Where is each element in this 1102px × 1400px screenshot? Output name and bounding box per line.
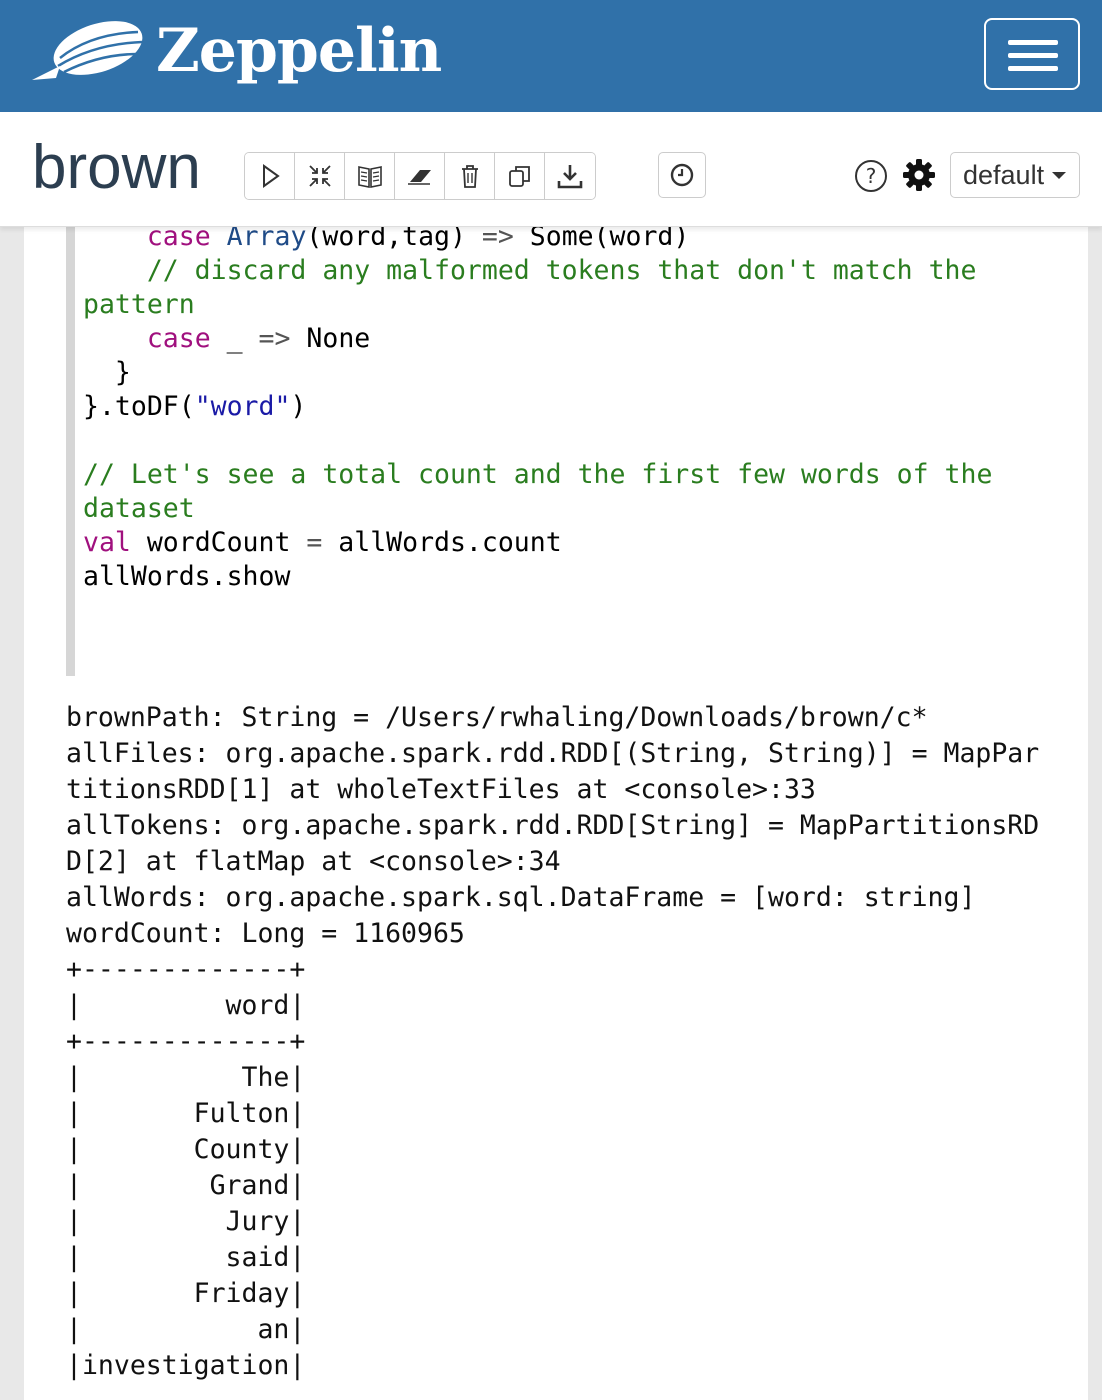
output-line: | Jury| bbox=[66, 1206, 306, 1237]
scheduler-button[interactable] bbox=[658, 152, 706, 198]
code-token: allWords.count bbox=[322, 527, 562, 558]
eraser-icon bbox=[407, 170, 431, 185]
output-line: +-------------+ bbox=[66, 954, 306, 985]
code-line: dataset bbox=[83, 492, 1083, 526]
clock-icon bbox=[670, 163, 694, 187]
code-token: allWords.show bbox=[83, 561, 291, 592]
interpreter-binding-dropdown[interactable]: default bbox=[950, 152, 1080, 198]
code-token: wordCount bbox=[130, 527, 307, 558]
output-line: |investigation| bbox=[66, 1350, 306, 1381]
output-line: allFiles: org.apache.spark.rdd.RDD[(Stri… bbox=[66, 738, 1040, 769]
code-token: pattern bbox=[83, 289, 195, 320]
clear-output-button[interactable] bbox=[395, 153, 445, 199]
code-line: // Let's see a total count and the first… bbox=[83, 458, 1083, 492]
code-token: }.toDF( bbox=[83, 391, 195, 422]
gear-icon[interactable] bbox=[902, 158, 936, 192]
navbar: Zeppelin bbox=[0, 0, 1102, 112]
svg-text:?: ? bbox=[866, 164, 877, 188]
code-token: case bbox=[146, 323, 211, 354]
caret-down-icon bbox=[1052, 171, 1067, 179]
code-editor[interactable]: // keep only the word and discard the ta… bbox=[83, 200, 1083, 594]
output-line: D[2] at flatMap at <console>:34 bbox=[66, 846, 561, 877]
menu-bar bbox=[1008, 40, 1058, 45]
code-token: _ bbox=[210, 323, 259, 354]
output-line: +-------------+ bbox=[66, 1026, 306, 1057]
code-token: dataset bbox=[83, 493, 195, 524]
code-line: } bbox=[83, 356, 1083, 390]
run-all-icon bbox=[262, 164, 280, 188]
output-line: allTokens: org.apache.spark.rdd.RDD[Stri… bbox=[66, 810, 1040, 841]
output-line: titionsRDD[1] at wholeTextFiles at <cons… bbox=[66, 774, 816, 805]
code-line: case _ => None bbox=[83, 322, 1083, 356]
hide-output-button[interactable] bbox=[345, 153, 395, 199]
zeppelin-logo-icon[interactable] bbox=[30, 14, 150, 86]
paragraph-output: brownPath: String = /Users/rwhaling/Down… bbox=[66, 700, 1076, 1384]
notebook-paragraph: // keep only the word and discard the ta… bbox=[24, 200, 1088, 1400]
menu-bar bbox=[1008, 66, 1058, 71]
hide-editor-button[interactable] bbox=[295, 153, 345, 199]
code-line: val wordCount = allWords.count bbox=[83, 526, 1083, 560]
output-line: | Fulton| bbox=[66, 1098, 306, 1129]
code-line: // discard any malformed tokens that don… bbox=[83, 254, 1083, 288]
code-line: }.toDF("word") bbox=[83, 390, 1083, 424]
code-token: None bbox=[290, 323, 371, 354]
output-line: | County| bbox=[66, 1134, 306, 1165]
clone-icon bbox=[508, 166, 530, 187]
code-token: "word" bbox=[194, 391, 291, 422]
notebook-toolbar bbox=[244, 152, 596, 200]
download-icon bbox=[557, 165, 583, 189]
code-token: ) bbox=[290, 391, 307, 422]
code-line: allWords.show bbox=[83, 560, 1083, 594]
output-line: | word| bbox=[66, 990, 306, 1021]
help-icon[interactable]: ? bbox=[853, 158, 889, 194]
output-line: brownPath: String = /Users/rwhaling/Down… bbox=[66, 702, 928, 733]
output-line: | The| bbox=[66, 1062, 306, 1093]
output-line: allWords: org.apache.spark.sql.DataFrame… bbox=[66, 882, 976, 913]
clone-notebook-button[interactable] bbox=[495, 153, 545, 199]
hide-editor-icon bbox=[308, 165, 331, 187]
interpreter-binding-label: default bbox=[963, 159, 1045, 190]
output-line: wordCount: Long = 1160965 bbox=[66, 918, 465, 949]
export-notebook-button[interactable] bbox=[545, 153, 595, 199]
code-token: = bbox=[306, 527, 323, 558]
menu-bar bbox=[1008, 53, 1058, 58]
code-token: // Let's see a total count and the first… bbox=[83, 459, 993, 490]
notebook-title[interactable]: brown bbox=[32, 132, 201, 204]
brand-name[interactable]: Zeppelin bbox=[156, 16, 442, 86]
output-line: | an| bbox=[66, 1314, 306, 1345]
code-token: => bbox=[258, 323, 291, 354]
output-line: | said| bbox=[66, 1242, 306, 1273]
output-line: | Grand| bbox=[66, 1170, 306, 1201]
trash-icon bbox=[461, 165, 478, 188]
notebook-action-bar: brown ? default bbox=[0, 112, 1102, 227]
book-icon bbox=[357, 166, 382, 188]
code-line: pattern bbox=[83, 288, 1083, 322]
run-all-button[interactable] bbox=[245, 153, 295, 199]
hamburger-menu-button[interactable] bbox=[984, 18, 1080, 90]
code-token: // discard any malformed tokens that don… bbox=[83, 255, 977, 286]
delete-notebook-button[interactable] bbox=[445, 153, 495, 199]
editor-gutter bbox=[66, 200, 75, 676]
code-token: val bbox=[83, 527, 131, 558]
code-token: } bbox=[83, 357, 131, 388]
output-line: | Friday| bbox=[66, 1278, 306, 1309]
